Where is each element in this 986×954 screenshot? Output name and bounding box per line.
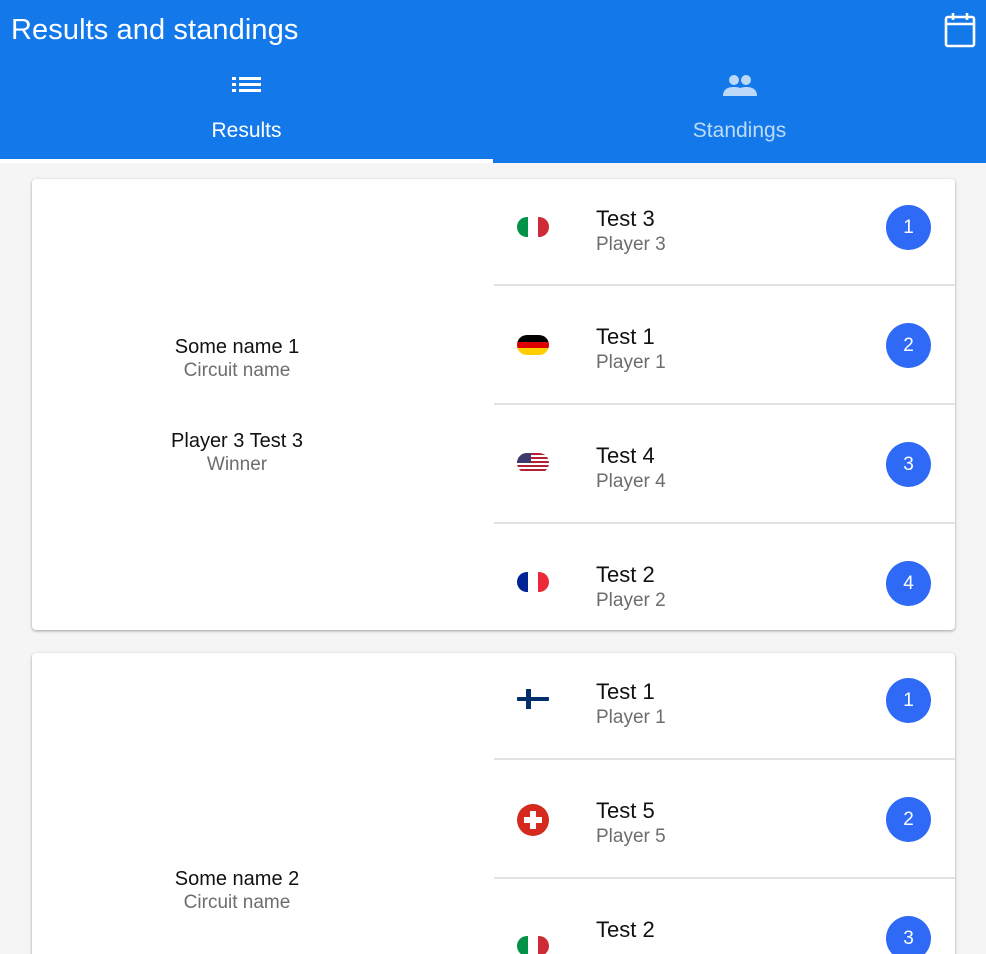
result-row[interactable]: Test 3 Player 3 1 [494, 179, 955, 286]
group-icon [722, 75, 757, 96]
event-name: Some name 1 [174, 336, 300, 358]
event-info: Some name 1 Circuit name Player 3 Test 3… [32, 179, 494, 630]
position-badge: 1 [886, 205, 931, 250]
results-list: Test 3 Player 3 1 Test 1 Player 1 2 Test… [494, 179, 955, 630]
result-player: Player 3 [596, 234, 666, 255]
tab-label: Results [211, 119, 282, 142]
result-player: Player 5 [596, 826, 666, 847]
result-name: Test 4 [596, 443, 655, 468]
result-row[interactable]: Test 1 Player 1 1 [494, 653, 955, 760]
tab-bar: Results Standings [0, 64, 986, 163]
app-bar: Results and standings Results Standings [0, 0, 986, 163]
position-badge: 2 [886, 323, 931, 368]
result-name: Test 1 [596, 324, 655, 349]
result-row[interactable]: Test 4 Player 4 3 [494, 405, 955, 524]
position-badge: 1 [886, 678, 931, 723]
result-name: Test 2 [596, 917, 655, 942]
result-player: Player 1 [596, 352, 666, 373]
result-name: Test 2 [596, 562, 655, 587]
result-name: Test 3 [596, 206, 655, 231]
page-title: Results and standings [11, 14, 299, 46]
tab-results[interactable]: Results [0, 64, 493, 163]
position-badge: 3 [886, 442, 931, 487]
winner-label: Winner [206, 454, 268, 475]
italy-flag-icon [517, 936, 549, 954]
result-row[interactable]: Test 5 Player 5 2 [494, 760, 955, 879]
calendar-icon [944, 13, 976, 48]
france-flag-icon [517, 572, 549, 592]
tab-indicator [0, 159, 493, 163]
result-name: Test 1 [596, 679, 655, 704]
italy-flag-icon [517, 217, 549, 237]
result-row[interactable]: Test 2 Player 2 4 [494, 524, 955, 630]
circuit-name: Circuit name [183, 892, 291, 913]
position-badge: 3 [886, 916, 931, 954]
position-badge: 2 [886, 797, 931, 842]
circuit-name: Circuit name [183, 360, 291, 381]
result-player: Player 1 [596, 707, 666, 728]
calendar-button[interactable] [944, 12, 976, 48]
germany-flag-icon [517, 335, 549, 355]
winner-name: Player 3 Test 3 [171, 430, 303, 452]
list-icon [231, 77, 261, 92]
result-row[interactable]: Test 2 3 [494, 879, 955, 954]
event-card: Some name 1 Circuit name Player 3 Test 3… [32, 179, 955, 630]
results-list: Test 1 Player 1 1 Test 5 Player 5 2 Test… [494, 653, 955, 954]
result-player: Player 2 [596, 590, 666, 611]
position-badge: 4 [886, 561, 931, 606]
tab-label: Standings [692, 119, 787, 142]
finland-flag-icon [517, 689, 549, 709]
result-player: Player 4 [596, 471, 666, 492]
event-info: Some name 2 Circuit name [32, 653, 494, 954]
event-name: Some name 2 [174, 868, 300, 890]
switzerland-flag-icon [517, 804, 549, 836]
tab-standings[interactable]: Standings [493, 64, 986, 163]
event-card: Some name 2 Circuit name Test 1 Player 1… [32, 653, 955, 954]
result-name: Test 5 [596, 798, 655, 823]
usa-flag-icon [517, 453, 549, 473]
result-row[interactable]: Test 1 Player 1 2 [494, 286, 955, 405]
